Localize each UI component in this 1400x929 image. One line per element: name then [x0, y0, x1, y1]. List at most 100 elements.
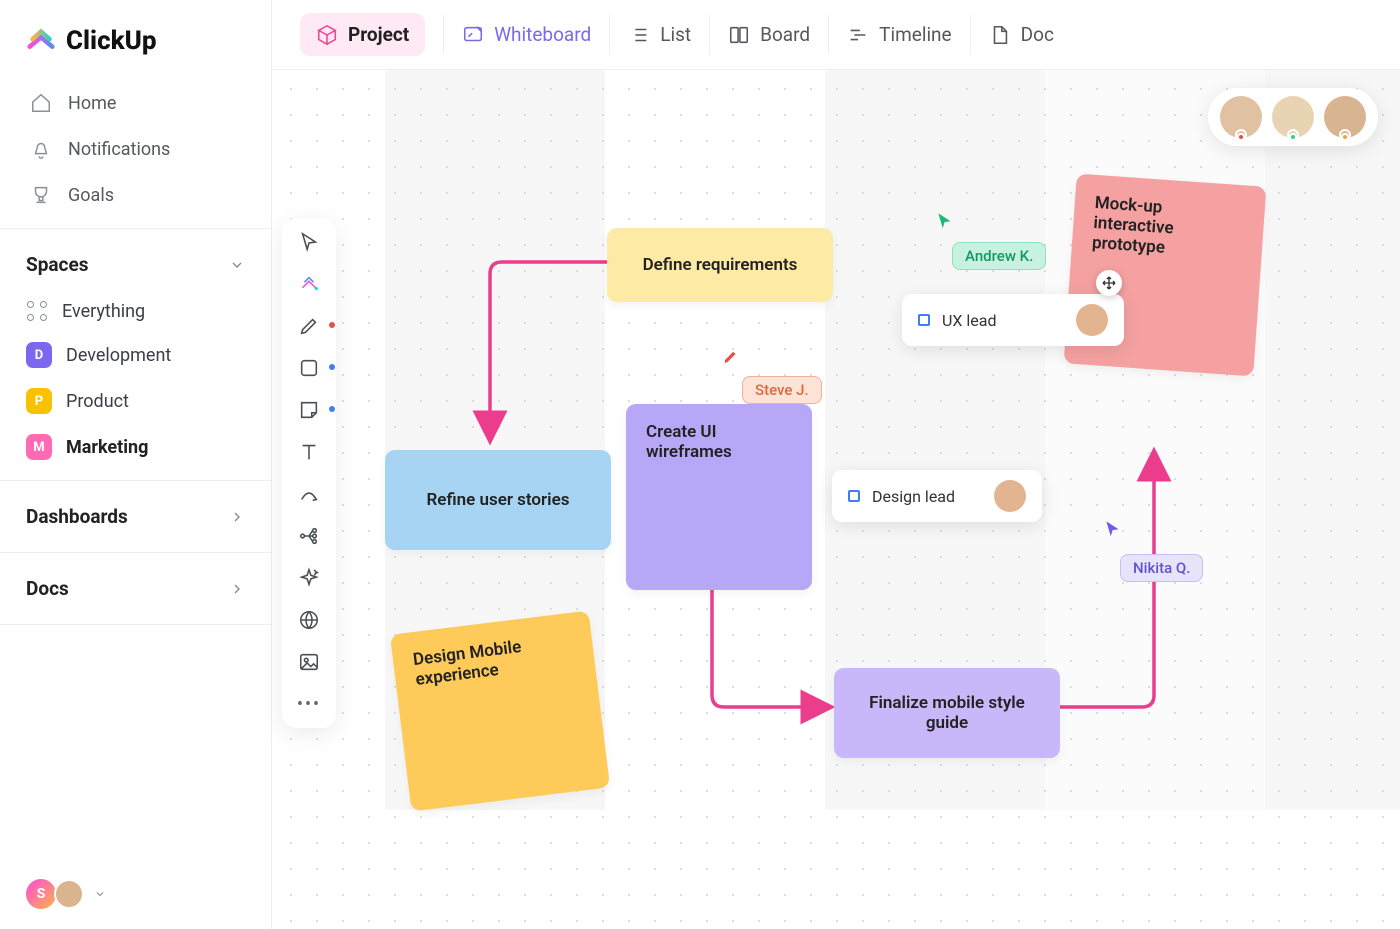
space-product-label: Product — [66, 391, 129, 412]
everything-icon — [26, 300, 48, 322]
tool-cursor[interactable] — [297, 230, 321, 254]
app-name: ClickUp — [66, 26, 157, 56]
chip-design-lead[interactable]: Design lead — [832, 470, 1042, 522]
app-logo[interactable]: ClickUp — [0, 18, 271, 80]
space-development[interactable]: D Development — [0, 332, 271, 378]
tool-ai[interactable] — [297, 566, 321, 590]
tool-connector[interactable] — [297, 482, 321, 506]
move-handle[interactable] — [1096, 270, 1122, 296]
tool-sticky[interactable] — [297, 398, 321, 422]
tab-list-label: List — [660, 23, 691, 46]
task-checkbox-icon — [918, 314, 930, 326]
chip-ux-lead[interactable]: UX lead — [902, 294, 1124, 346]
nav-goals-label: Goals — [68, 185, 114, 206]
divider — [0, 552, 271, 553]
tool-image[interactable] — [297, 650, 321, 674]
avatar — [1076, 304, 1108, 336]
bell-icon — [30, 138, 52, 160]
dashboards-link[interactable]: Dashboards — [0, 491, 271, 542]
chip-label: Design lead — [872, 487, 955, 506]
space-badge-m: M — [26, 434, 52, 460]
tool-shape[interactable] — [297, 356, 321, 380]
trophy-icon — [30, 184, 52, 206]
chevron-right-icon — [229, 581, 245, 597]
divider — [0, 624, 271, 625]
collaborator-avatar[interactable] — [1220, 96, 1262, 138]
space-marketing[interactable]: M Marketing — [0, 424, 271, 470]
space-badge-p: P — [26, 388, 52, 414]
card-refine-user-stories[interactable]: Refine user stories — [385, 450, 611, 550]
swimlane — [1265, 70, 1400, 810]
tab-whiteboard[interactable]: Whiteboard — [443, 15, 609, 54]
tab-whiteboard-label: Whiteboard — [494, 23, 591, 46]
user-badge-andrew: Andrew K. — [952, 242, 1046, 270]
spaces-header[interactable]: Spaces — [0, 239, 271, 290]
doc-icon — [989, 24, 1011, 46]
card-label: Create UI wireframes — [646, 422, 732, 462]
main: Project Whiteboard List Board Timeline D… — [272, 0, 1400, 929]
user-badge-nikita: Nikita Q. — [1120, 554, 1203, 582]
tab-board-label: Board — [760, 23, 810, 46]
home-icon — [30, 92, 52, 114]
chevron-down-icon — [94, 888, 106, 900]
divider — [0, 480, 271, 481]
card-create-wireframes[interactable]: Create UI wireframes — [626, 404, 812, 590]
tab-list[interactable]: List — [609, 15, 709, 54]
collaborators[interactable] — [1208, 88, 1378, 146]
space-everything[interactable]: Everything — [0, 290, 271, 332]
tool-pen[interactable] — [297, 314, 321, 338]
card-finalize-style-guide[interactable]: Finalize mobile style guide — [834, 668, 1060, 758]
user-menu[interactable]: S — [0, 859, 271, 929]
project-label: Project — [348, 23, 409, 46]
tool-web[interactable] — [297, 608, 321, 632]
collaborator-avatar[interactable] — [1324, 96, 1366, 138]
list-icon — [628, 24, 650, 46]
cursor-andrew-icon — [936, 212, 954, 230]
tab-doc[interactable]: Doc — [970, 15, 1072, 54]
chevron-right-icon — [229, 509, 245, 525]
tab-doc-label: Doc — [1021, 23, 1054, 46]
task-checkbox-icon — [848, 490, 860, 502]
tool-more[interactable]: ••• — [297, 692, 321, 716]
collaborator-avatar[interactable] — [1272, 96, 1314, 138]
nav-notifications[interactable]: Notifications — [0, 126, 271, 172]
whiteboard-toolbar: ••• — [282, 218, 336, 728]
user-avatar — [54, 879, 84, 909]
spaces-header-label: Spaces — [26, 253, 88, 276]
nav-home[interactable]: Home — [0, 80, 271, 126]
tab-timeline-label: Timeline — [879, 23, 952, 46]
tool-text[interactable] — [297, 440, 321, 464]
whiteboard-canvas[interactable]: ••• Define requirements Refine user stor… — [272, 70, 1400, 929]
card-label: Mock-up interactive prototype — [1091, 193, 1174, 258]
space-badge-d: D — [26, 342, 52, 368]
nav-home-label: Home — [68, 93, 116, 114]
tab-timeline[interactable]: Timeline — [828, 15, 970, 54]
space-development-label: Development — [66, 345, 171, 366]
docs-label: Docs — [26, 577, 69, 600]
board-icon — [728, 24, 750, 46]
docs-link[interactable]: Docs — [0, 563, 271, 614]
user-initial-badge: S — [26, 879, 56, 909]
card-design-mobile[interactable]: Design Mobile experience — [390, 610, 610, 811]
card-label: Design Mobile experience — [412, 637, 522, 690]
tool-mindmap[interactable] — [297, 524, 321, 548]
divider — [0, 228, 271, 229]
tab-board[interactable]: Board — [709, 15, 828, 54]
chevron-down-icon — [229, 257, 245, 273]
card-label: Refine user stories — [427, 490, 570, 510]
project-chip[interactable]: Project — [300, 13, 425, 56]
nav-notifications-label: Notifications — [68, 139, 170, 160]
nav-goals[interactable]: Goals — [0, 172, 271, 218]
sidebar: ClickUp Home Notifications Goals Spaces … — [0, 0, 272, 929]
card-define-requirements[interactable]: Define requirements — [607, 228, 833, 302]
tool-clickup-item[interactable] — [297, 272, 321, 296]
cursor-nikita-icon — [1104, 520, 1122, 538]
clickup-logo-icon — [26, 26, 56, 56]
space-everything-label: Everything — [62, 301, 145, 322]
space-product[interactable]: P Product — [0, 378, 271, 424]
chip-label: UX lead — [942, 311, 996, 330]
whiteboard-icon — [462, 24, 484, 46]
dashboards-label: Dashboards — [26, 505, 128, 528]
space-marketing-label: Marketing — [66, 437, 148, 458]
card-label: Finalize mobile style guide — [854, 693, 1040, 733]
